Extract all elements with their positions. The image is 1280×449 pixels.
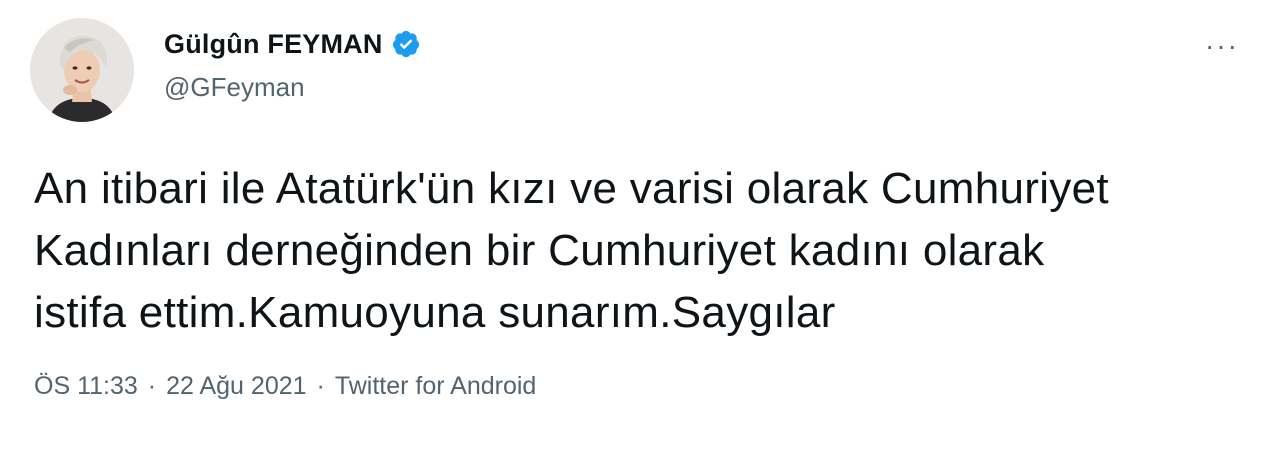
verified-badge-icon <box>391 29 421 59</box>
author-handle[interactable]: @GFeyman <box>164 72 305 103</box>
tweet-source-link[interactable]: Twitter for Android <box>335 372 536 401</box>
more-icon: ··· <box>1205 30 1239 61</box>
avatar[interactable] <box>30 18 134 122</box>
meta-separator: · <box>147 372 157 400</box>
tweet-meta: ÖS 11:33 · 22 Ağu 2021 · Twitter for And… <box>34 372 536 401</box>
author-name-row: Gülgûn FEYMAN <box>164 26 421 62</box>
avatar-image <box>30 18 134 122</box>
more-options-button[interactable]: ··· <box>1202 30 1242 61</box>
author-name[interactable]: Gülgûn FEYMAN <box>164 29 383 60</box>
tweet-text: An itibari ile Atatürk'ün kızı ve varisi… <box>34 164 1109 337</box>
tweet-card: Gülgûn FEYMAN @GFeyman ··· An itibari il… <box>0 0 1280 449</box>
meta-separator-2: · <box>316 372 325 400</box>
tweet-date-link[interactable]: 22 Ağu 2021 <box>166 372 306 401</box>
tweet-time-link[interactable]: ÖS 11:33 <box>34 372 138 401</box>
